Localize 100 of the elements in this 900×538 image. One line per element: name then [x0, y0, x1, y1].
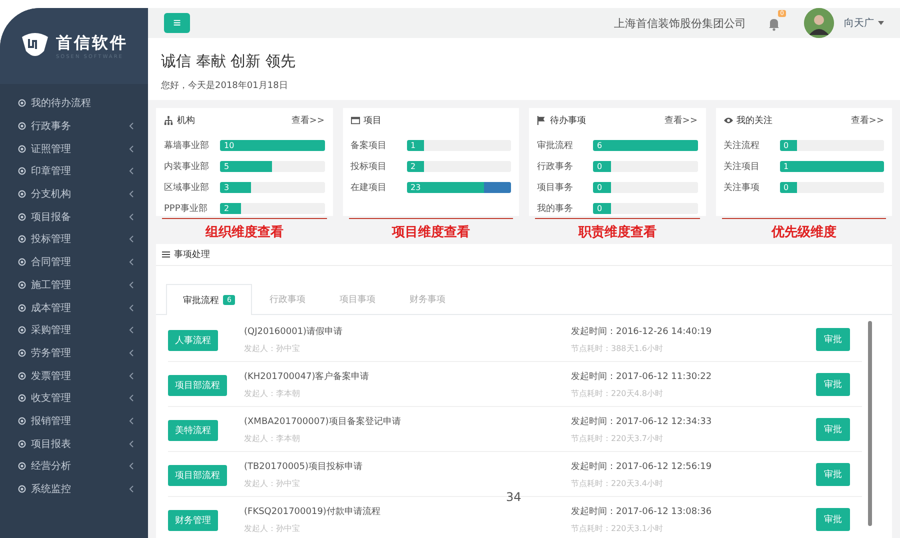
elapsed-time: 节点耗时：220天4.8小时	[571, 388, 664, 398]
sidebar-item[interactable]: 施工管理	[0, 274, 148, 296]
elapsed-time: 节点耗时：388天1.6小时	[571, 342, 664, 354]
sidebar-item[interactable]: 证照管理	[0, 137, 148, 160]
bar-label: 关注流程	[724, 140, 760, 152]
chevron-icon	[129, 462, 134, 470]
sidebar-item[interactable]: 系统监控	[0, 478, 148, 500]
annotation-label: 组织维度查看	[204, 224, 284, 241]
sidebar-item[interactable]: 投标管理	[0, 228, 148, 251]
chevron-icon	[129, 304, 134, 312]
start-time: 发起时间：2017-06-12 12:34:33	[571, 416, 713, 428]
card-title: 项目	[364, 115, 382, 127]
circle-icon	[18, 394, 26, 402]
page-number: 34	[506, 490, 522, 504]
start-time: 发起时间：2017-06-12 13:08:36	[571, 506, 713, 518]
bar-fill: 2	[220, 203, 241, 214]
bell-icon[interactable]	[768, 17, 780, 31]
user-menu[interactable]: 向天广	[844, 16, 874, 30]
card-title: 待办事项	[550, 114, 586, 127]
panel-title: 事项处理	[174, 248, 210, 261]
chevron-icon	[129, 348, 134, 357]
start-time: 发起时间：2017-06-12 12:56:19	[571, 460, 713, 472]
circle-icon	[18, 144, 26, 153]
task-title: (KH201700047)客户备案申请	[244, 370, 370, 382]
submitter: 发起人：李本朝	[244, 388, 301, 398]
bar-fill: 0	[593, 203, 611, 214]
chevron-icon	[129, 440, 134, 448]
bar-fill: 2	[406, 161, 424, 172]
elapsed-time: 节点耗时：220天3.1小时	[571, 522, 664, 534]
sidebar-item[interactable]: 采购管理	[0, 318, 148, 342]
view-more-link[interactable]: 查看>>	[850, 114, 884, 127]
chevron-icon	[129, 235, 134, 244]
view-more-link[interactable]: 查看>>	[291, 114, 324, 127]
sidebar-item[interactable]: 收支管理	[0, 386, 148, 410]
chevron-icon	[129, 258, 134, 266]
sidebar-item[interactable]: 合同管理	[0, 250, 148, 274]
bar-fill: 5	[220, 161, 272, 172]
eye-icon	[724, 116, 732, 125]
bar-label: 在建项目	[350, 182, 388, 194]
circle-icon	[18, 485, 26, 494]
submitter: 发起人：孙中宝	[244, 342, 301, 354]
bar-label: 项目事务	[537, 182, 574, 194]
circle-icon	[18, 122, 26, 130]
circle-icon	[18, 190, 26, 198]
avatar[interactable]	[804, 8, 834, 38]
bar-label: 行政事务	[537, 160, 574, 173]
bar-label: 关注事项	[724, 182, 760, 194]
card-title: 我的关注	[736, 114, 772, 127]
chevron-icon	[129, 394, 134, 402]
sidebar-item[interactable]: 发票管理	[0, 364, 148, 387]
chevron-icon	[129, 485, 134, 494]
chevron-icon	[129, 416, 134, 425]
bar-fill: 0	[780, 182, 798, 193]
circle-icon	[18, 99, 26, 108]
bar-fill: 0	[780, 140, 798, 151]
company-name: 上海首信装饰股份集团公司	[614, 16, 746, 30]
annotation-label: 项目维度查看	[390, 224, 471, 241]
bar-label: 审批流程	[537, 140, 574, 152]
annotation-label: 职责维度查看	[577, 224, 658, 241]
bar-label: 我的事务	[537, 202, 574, 215]
sidebar-item[interactable]: 经营分析	[0, 455, 148, 478]
bar-label: PPP事业部	[164, 202, 208, 215]
bar-fill: 1	[406, 140, 424, 151]
chevron-icon	[129, 144, 134, 153]
caret-icon[interactable]	[878, 21, 884, 25]
bar-fill: 10	[220, 140, 324, 151]
bar-fill: 0	[593, 161, 611, 172]
sidebar-item[interactable]: 项目报表	[0, 432, 148, 455]
sidebar-item[interactable]: 报销管理	[0, 410, 148, 432]
sidebar-item[interactable]: 行政事务	[0, 114, 148, 138]
bar-fill: 0	[593, 182, 611, 193]
sidebar-item[interactable]: 我的待办流程	[0, 92, 148, 115]
submitter: 发起人：李本朝	[244, 432, 301, 444]
circle-icon	[18, 348, 26, 357]
scrollbar[interactable]	[868, 321, 872, 526]
view-more-link[interactable]: 查看>>	[664, 114, 698, 127]
window-icon	[350, 116, 360, 125]
bar-label: 内装事业部	[164, 160, 210, 173]
slogan: 诚信 奉献 创新 领先	[161, 52, 296, 71]
start-time: 发起时间：2017-06-12 11:30:22	[571, 370, 713, 382]
bar-fill: 23	[406, 182, 484, 193]
bar-label: 幕墙事业部	[164, 140, 210, 152]
list-icon	[162, 251, 170, 258]
sidebar-item[interactable]: 成本管理	[0, 296, 148, 319]
sidebar-item[interactable]: 分支机构	[0, 182, 148, 206]
bar-fill: 1	[780, 161, 884, 172]
circle-icon	[18, 440, 26, 448]
elapsed-time: 节点耗时：220天3.4小时	[571, 478, 664, 488]
flag-icon	[537, 116, 546, 125]
circle-icon	[18, 212, 26, 221]
circle-icon	[18, 304, 26, 312]
circle-icon	[18, 258, 26, 266]
sidebar-item[interactable]: 劳务管理	[0, 342, 148, 364]
submitter: 发起人：孙中宝	[244, 478, 301, 488]
bar-label: 关注项目	[724, 160, 760, 173]
bar-label: 投标项目	[350, 160, 388, 173]
circle-icon	[18, 372, 26, 380]
bar-fill: 3	[220, 182, 252, 193]
sidebar-item[interactable]: 印章管理	[0, 160, 148, 183]
sidebar-item[interactable]: 项目报备	[0, 205, 148, 228]
